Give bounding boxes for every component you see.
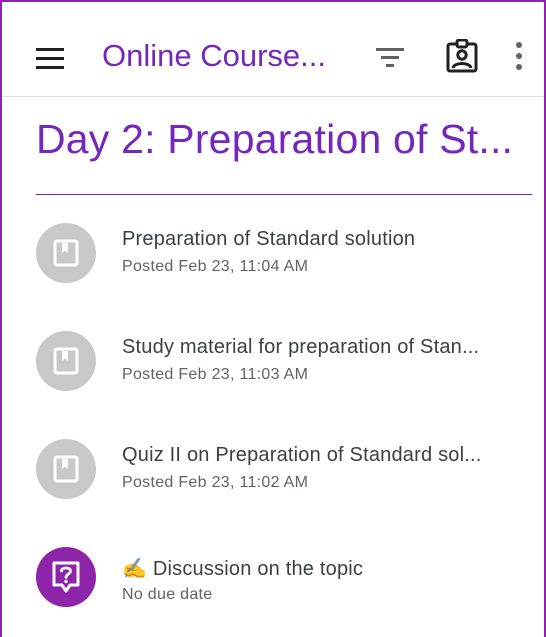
app-title[interactable]: Online Course... bbox=[102, 38, 326, 74]
item-subtitle: Posted Feb 23, 11:03 AM bbox=[122, 366, 309, 383]
menu-icon[interactable] bbox=[36, 47, 68, 71]
item-subtitle: Posted Feb 23, 11:02 AM bbox=[122, 474, 309, 491]
filter-icon[interactable] bbox=[376, 46, 404, 68]
list-item[interactable]: Preparation of Standard solution Posted … bbox=[2, 216, 544, 316]
classroom-window: Online Course... Day 2: Preparation of S… bbox=[0, 0, 546, 637]
topic-title: Day 2: Preparation of St... bbox=[36, 116, 514, 162]
question-icon bbox=[52, 561, 80, 593]
material-icon bbox=[53, 455, 79, 483]
question-avatar bbox=[36, 547, 96, 607]
item-title: Preparation of Standard solution bbox=[122, 228, 416, 250]
material-icon bbox=[53, 347, 79, 375]
list-item[interactable]: Quiz II on Preparation of Standard sol..… bbox=[2, 432, 544, 532]
more-vert-icon[interactable] bbox=[513, 40, 525, 72]
item-title: ✍️ Discussion on the topic bbox=[122, 558, 364, 580]
list-item[interactable]: ✍️ Discussion on the topic No due date bbox=[2, 540, 544, 637]
item-subtitle: No due date bbox=[122, 586, 213, 603]
material-avatar bbox=[36, 331, 96, 391]
assignment-ind-icon[interactable] bbox=[446, 39, 478, 73]
item-title: Study material for preparation of Stan..… bbox=[122, 336, 480, 358]
list-item[interactable]: Study material for preparation of Stan..… bbox=[2, 324, 544, 424]
material-avatar bbox=[36, 439, 96, 499]
item-subtitle: Posted Feb 23, 11:04 AM bbox=[122, 258, 309, 275]
topic-divider bbox=[36, 194, 532, 195]
material-avatar bbox=[36, 223, 96, 283]
item-title: Quiz II on Preparation of Standard sol..… bbox=[122, 444, 482, 466]
material-icon bbox=[53, 239, 79, 267]
app-bar: Online Course... bbox=[2, 2, 544, 97]
